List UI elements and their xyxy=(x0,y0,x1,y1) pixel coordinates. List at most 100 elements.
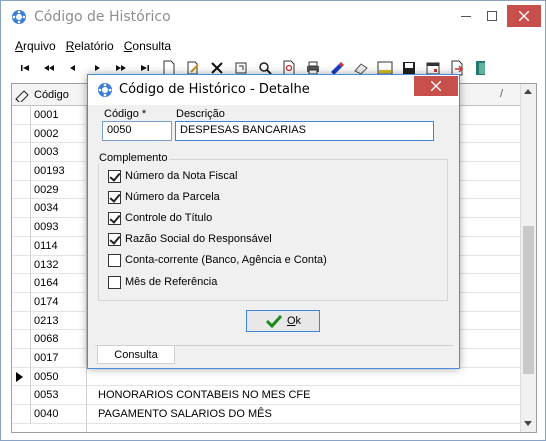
checkmark-icon xyxy=(265,314,283,328)
option-label: Controle do Título xyxy=(125,212,213,224)
cell-code: 0034 xyxy=(34,202,59,215)
cell-code: 0164 xyxy=(34,277,59,290)
prev-page-icon xyxy=(44,65,54,71)
cell-code: 0093 xyxy=(34,221,59,234)
option-checkbox[interactable] xyxy=(108,211,121,225)
cell-description: HONORARIOS CONTABEIS NO MES CFE xyxy=(98,389,311,402)
close-button[interactable] xyxy=(507,5,541,27)
current-row-icon xyxy=(16,371,23,382)
prev-icon xyxy=(70,65,75,71)
cell-code: 0174 xyxy=(34,295,59,308)
codigo-field[interactable]: 0050 xyxy=(102,121,172,141)
row-indicator xyxy=(12,274,31,292)
scroll-down-icon[interactable] xyxy=(524,421,532,426)
exit-icon xyxy=(476,61,485,75)
menu-relatorio[interactable]: Relatório xyxy=(66,39,114,55)
title-bar: Código de Histórico xyxy=(1,1,545,33)
option-checkbox[interactable] xyxy=(108,190,121,204)
option-row[interactable]: Conta-corrente (Banco, Agência e Conta) xyxy=(108,252,327,268)
first-record-button[interactable] xyxy=(13,57,37,79)
table-row[interactable]: 0053 HONORARIOS CONTABEIS NO MES CFE xyxy=(12,386,520,405)
minimize-icon xyxy=(461,16,471,17)
cell-code: 00193 xyxy=(34,165,65,178)
cell-code: 0132 xyxy=(34,258,59,271)
row-indicator xyxy=(12,106,31,124)
option-checkbox[interactable] xyxy=(108,253,121,267)
tab-strip: Consulta xyxy=(95,345,453,365)
scroll-thumb[interactable] xyxy=(523,226,534,374)
option-checkbox[interactable] xyxy=(108,169,121,183)
column-header-code[interactable]: Código xyxy=(34,89,69,101)
codigo-label: Código * xyxy=(104,108,147,120)
vertical-scrollbar[interactable] xyxy=(520,84,536,432)
option-row[interactable]: Número da Nota Fiscal xyxy=(108,168,238,184)
row-indicator xyxy=(12,236,31,255)
row-indicator xyxy=(12,255,31,274)
row-indicator xyxy=(12,199,31,218)
prev-record-button[interactable] xyxy=(61,57,85,79)
option-label: Razão Social do Responsável xyxy=(125,233,272,245)
close-icon xyxy=(519,11,529,21)
menu-arquivo[interactable]: Arquivo xyxy=(15,39,56,55)
column-header-slash: / xyxy=(500,88,504,100)
descricao-field[interactable]: DESPESAS BANCARIAS xyxy=(175,121,434,141)
minimize-button[interactable] xyxy=(453,5,479,27)
option-label: Número da Nota Fiscal xyxy=(125,170,238,182)
detail-dialog: Código de Histórico - Detalhe Código * 0… xyxy=(87,74,460,369)
cell-code: 0001 xyxy=(34,109,59,121)
option-row[interactable]: Mês de Referência xyxy=(108,274,217,290)
maximize-button[interactable] xyxy=(479,5,505,27)
ok-button[interactable]: Ok xyxy=(246,310,320,332)
menu-bar: Arquivo Relatório Consulta xyxy=(15,39,171,55)
first-icon xyxy=(21,65,29,71)
option-label: Número da Parcela xyxy=(125,191,220,203)
table-row[interactable]: 0040 PAGAMENTO SALARIOS DO MÊS xyxy=(12,405,520,424)
descricao-label: Descrição xyxy=(176,108,225,120)
row-indicator xyxy=(12,292,31,311)
row-indicator xyxy=(12,367,31,386)
main-window: Código de Histórico Arquivo Relatório Co… xyxy=(0,0,546,441)
option-checkbox[interactable] xyxy=(108,232,121,246)
app-icon xyxy=(12,10,26,24)
ok-label: Ok xyxy=(286,315,302,327)
dialog-app-icon xyxy=(98,83,112,97)
option-label: Mês de Referência xyxy=(125,276,218,288)
scroll-up-icon[interactable] xyxy=(524,89,532,94)
option-row[interactable]: Controle do Título xyxy=(108,210,212,226)
complemento-label: Complemento xyxy=(97,152,170,164)
option-row[interactable]: Razão Social do Responsável xyxy=(108,231,272,247)
row-indicator xyxy=(12,330,31,348)
cell-code: 0213 xyxy=(34,314,59,327)
pencil-icon xyxy=(15,90,29,102)
dialog-close-button[interactable] xyxy=(414,76,458,96)
cell-code: 0053 xyxy=(34,389,59,402)
cell-code: 0029 xyxy=(34,183,59,196)
window-title: Código de Histórico xyxy=(34,9,171,25)
table-row[interactable]: 0050 xyxy=(12,367,520,387)
row-indicator xyxy=(12,162,31,180)
cell-code: 0050 xyxy=(34,370,59,383)
close-icon xyxy=(431,81,441,91)
dialog-title-bar: Código de Histórico - Detalhe xyxy=(88,75,459,105)
row-indicator xyxy=(12,405,31,423)
prev-page-button[interactable] xyxy=(37,57,61,79)
cell-code: 0003 xyxy=(34,146,59,159)
cell-code: 0040 xyxy=(34,408,59,420)
row-indicator xyxy=(12,143,31,162)
row-indicator xyxy=(12,124,31,143)
maximize-icon xyxy=(487,11,497,21)
cell-code: 0017 xyxy=(34,351,59,364)
row-indicator xyxy=(12,180,31,199)
tab-consulta[interactable]: Consulta xyxy=(97,346,175,364)
dialog-title: Código de Histórico - Detalhe xyxy=(119,82,310,97)
row-indicator xyxy=(12,218,31,236)
exit-button[interactable] xyxy=(469,57,493,79)
cell-code: 0002 xyxy=(34,127,59,140)
menu-consulta[interactable]: Consulta xyxy=(124,39,171,55)
cell-description: PAGAMENTO SALARIOS DO MÊS xyxy=(98,408,272,420)
option-checkbox[interactable] xyxy=(108,275,121,289)
row-indicator xyxy=(12,311,31,330)
cell-code: 0114 xyxy=(34,239,58,252)
option-row[interactable]: Número da Parcela xyxy=(108,189,220,205)
option-label: Conta-corrente (Banco, Agência e Conta) xyxy=(125,254,327,266)
